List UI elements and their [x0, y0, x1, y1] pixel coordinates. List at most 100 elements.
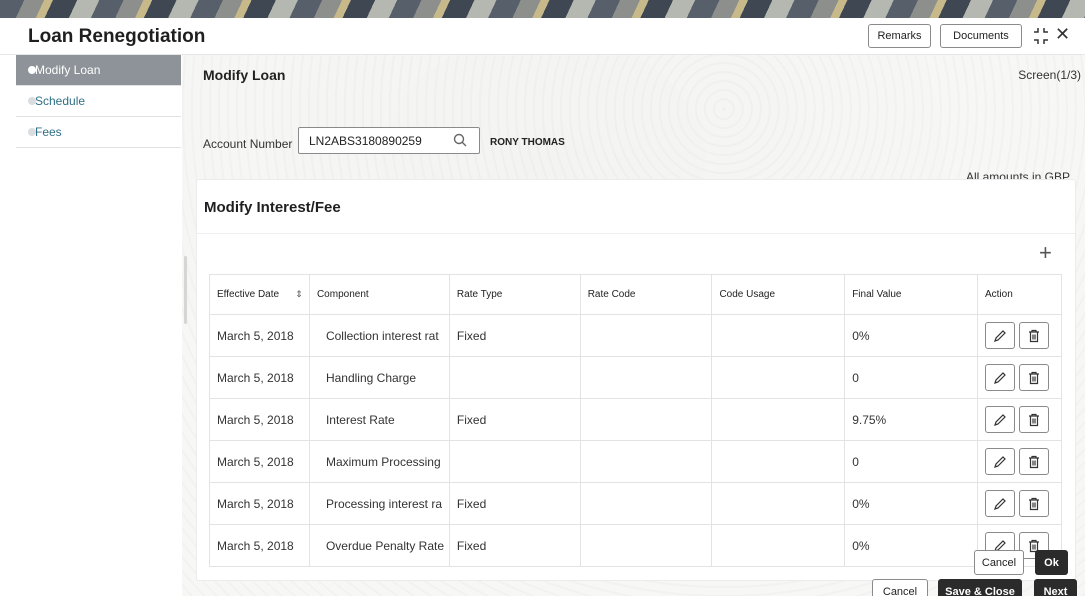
- row-actions: [984, 448, 1061, 475]
- effective-date-cell: March 5, 2018: [209, 524, 310, 567]
- rate-type-cell: [448, 440, 581, 483]
- rate-type-cell: Fixed: [448, 482, 581, 525]
- modify-interest-fee-panel: Modify Interest/Fee + Effective Date ⇕ Co…: [196, 179, 1076, 581]
- cancel-button[interactable]: Cancel: [872, 579, 928, 596]
- effective-date-cell: March 5, 2018: [209, 398, 310, 441]
- column-header-effective-date[interactable]: Effective Date ⇕: [209, 274, 310, 315]
- loan-renegotiation-window: Loan Renegotiation Remarks Documents ✕ M…: [0, 18, 1085, 596]
- column-header-rate-code: Rate Code: [579, 274, 713, 315]
- panel-cancel-button[interactable]: Cancel: [974, 550, 1024, 575]
- panel-title: Modify Interest/Fee: [204, 199, 341, 216]
- column-header-rate-type: Rate Type: [448, 274, 581, 315]
- final-value-cell: 0: [844, 440, 978, 483]
- page-title: Modify Loan: [203, 67, 286, 83]
- rate-type-cell: [448, 356, 581, 399]
- sidebar-item-label: Schedule: [35, 94, 86, 108]
- plus-icon[interactable]: +: [1039, 242, 1052, 264]
- step-dot-icon: [28, 97, 36, 105]
- trash-icon[interactable]: [1018, 490, 1049, 517]
- component-cell: Overdue Penalty Rate: [308, 524, 450, 567]
- account-number-label: Account Number: [203, 137, 293, 151]
- rate-type-cell: Fixed: [448, 314, 581, 357]
- table-row: March 5, 2018 Overdue Penalty Rate Fixed 0%: [209, 524, 1063, 567]
- rate-code-cell: [579, 398, 713, 441]
- step-dot-icon: [28, 66, 36, 74]
- scrollbar[interactable]: [184, 256, 187, 324]
- table-row: March 5, 2018 Collection interest rat Fixe…: [209, 314, 1063, 357]
- save-and-close-button[interactable]: Save & Close: [938, 579, 1022, 596]
- action-cell: [976, 482, 1063, 525]
- pencil-icon[interactable]: [984, 364, 1015, 391]
- search-icon[interactable]: [453, 133, 467, 147]
- rate-code-cell: [579, 524, 713, 567]
- table-row: March 5, 2018 Processing interest ra Fixed…: [209, 482, 1063, 525]
- rate-type-cell: Fixed: [448, 398, 581, 441]
- code-usage-cell: [711, 440, 846, 483]
- customer-name: RONY THOMAS: [490, 137, 565, 148]
- pencil-icon[interactable]: [984, 322, 1015, 349]
- pencil-icon[interactable]: [984, 406, 1015, 433]
- column-header-final-value: Final Value: [844, 274, 978, 315]
- sort-icon[interactable]: ⇕: [295, 289, 303, 300]
- decorative-banner: [0, 0, 1085, 18]
- trash-icon[interactable]: [1018, 406, 1049, 433]
- code-usage-cell: [711, 482, 846, 525]
- row-actions: [984, 406, 1061, 433]
- action-cell: [976, 398, 1063, 441]
- documents-button[interactable]: Documents: [940, 24, 1022, 48]
- panel-ok-button[interactable]: Ok: [1035, 550, 1068, 575]
- component-cell: Interest Rate: [308, 398, 450, 441]
- remarks-button[interactable]: Remarks: [868, 24, 931, 48]
- sidebar-item-modify-loan[interactable]: Modify Loan: [16, 55, 181, 86]
- table-header-row: Effective Date ⇕ Component Rate Type Rate…: [209, 274, 1063, 315]
- code-usage-cell: [711, 524, 846, 567]
- table-row: March 5, 2018 Maximum Processing 0: [209, 440, 1063, 483]
- sidebar-item-schedule[interactable]: Schedule: [16, 86, 181, 117]
- table-row: March 5, 2018 Handling Charge 0: [209, 356, 1063, 399]
- sidebar-item-label: Modify Loan: [35, 63, 101, 77]
- sidebar-item-label: Fees: [35, 125, 62, 139]
- screen-indicator: Screen(1/3): [1018, 68, 1081, 82]
- trash-icon[interactable]: [1018, 322, 1049, 349]
- next-button[interactable]: Next: [1034, 579, 1077, 596]
- column-header-code-usage: Code Usage: [711, 274, 846, 315]
- rate-code-cell: [579, 356, 713, 399]
- sidebar-item-fees[interactable]: Fees: [16, 117, 181, 148]
- close-icon[interactable]: ✕: [1055, 24, 1070, 45]
- final-value-cell: 0: [844, 356, 978, 399]
- effective-date-cell: March 5, 2018: [209, 482, 310, 525]
- window-title: Loan Renegotiation: [28, 26, 206, 47]
- window-header: Loan Renegotiation Remarks Documents ✕: [0, 18, 1085, 55]
- row-actions: [984, 364, 1061, 391]
- trash-icon[interactable]: [1018, 364, 1049, 391]
- row-actions: [984, 322, 1061, 349]
- final-value-cell: 0%: [844, 314, 978, 357]
- minimize-icon[interactable]: [1031, 26, 1051, 46]
- component-cell: Maximum Processing: [308, 440, 450, 483]
- action-cell: [976, 314, 1063, 357]
- action-cell: [976, 440, 1063, 483]
- component-cell: Processing interest ra: [308, 482, 450, 525]
- effective-date-cell: March 5, 2018: [209, 440, 310, 483]
- effective-date-cell: March 5, 2018: [209, 356, 310, 399]
- step-dot-icon: [28, 128, 36, 136]
- final-value-cell: 0%: [844, 524, 978, 567]
- sidebar: Modify Loan Schedule Fees: [16, 55, 181, 596]
- account-number-field[interactable]: LN2ABS3180890259: [298, 127, 480, 154]
- final-value-cell: 9.75%: [844, 398, 978, 441]
- action-cell: [976, 356, 1063, 399]
- pencil-icon[interactable]: [984, 448, 1015, 475]
- main-content: Modify Loan Screen(1/3) Account Number L…: [182, 55, 1085, 596]
- row-actions: [984, 490, 1061, 517]
- pencil-icon[interactable]: [984, 490, 1015, 517]
- column-header-action: Action: [976, 274, 1063, 315]
- code-usage-cell: [711, 398, 846, 441]
- effective-date-cell: March 5, 2018: [209, 314, 310, 357]
- code-usage-cell: [711, 356, 846, 399]
- trash-icon[interactable]: [1018, 448, 1049, 475]
- rate-type-cell: Fixed: [448, 524, 581, 567]
- account-number-value: LN2ABS3180890259: [309, 133, 422, 148]
- final-value-cell: 0%: [844, 482, 978, 525]
- code-usage-cell: [711, 314, 846, 357]
- table-row: March 5, 2018 Interest Rate Fixed 9.75%: [209, 398, 1063, 441]
